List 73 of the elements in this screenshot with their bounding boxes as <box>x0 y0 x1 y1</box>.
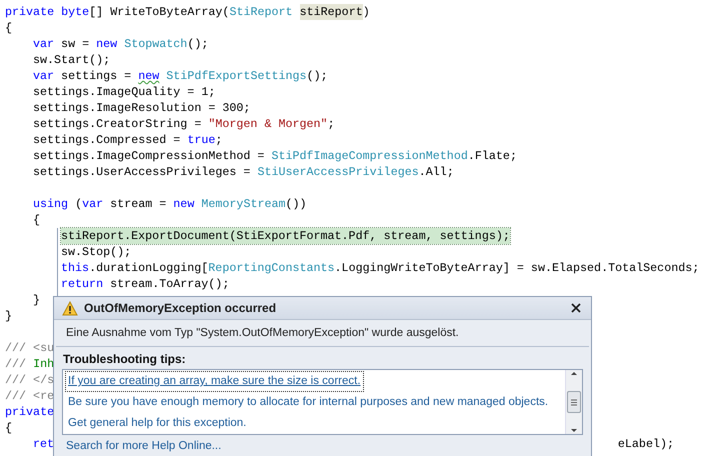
code-token: stream.ToArray(); <box>109 276 230 292</box>
code-token: settings.CreatorString = <box>33 116 202 132</box>
grip-icon <box>571 398 577 406</box>
code-token: ( <box>74 196 82 212</box>
scroll-up-icon[interactable] <box>570 370 578 378</box>
code-token: private <box>5 404 54 420</box>
code-token: var <box>33 36 54 52</box>
code-token: return <box>61 276 104 292</box>
code-token: } <box>5 308 12 324</box>
code-token: this <box>61 260 90 276</box>
code-token: stream = <box>109 196 168 212</box>
code-token: stiReport <box>300 4 363 20</box>
code-comment: /// <su <box>5 340 54 356</box>
code-token: var <box>82 196 104 212</box>
code-comment: /// <box>5 356 28 372</box>
code-token: sw = <box>60 36 90 52</box>
warning-icon <box>62 300 78 316</box>
tip-link[interactable]: Get general help for this exception. <box>65 413 250 434</box>
popup-title: OutOfMemoryException occurred <box>84 301 278 316</box>
code-token: settings.ImageQuality = 1; <box>33 84 216 100</box>
code-comment: Inh <box>33 356 54 372</box>
code-token: using <box>33 196 68 212</box>
code-token: .LoggingWriteToByteArray] = sw.Elapsed.TotalSeconds; <box>334 260 700 276</box>
code-token: true <box>187 132 216 148</box>
code-token: eLabel); <box>618 436 674 452</box>
code-token: ReportingConstants <box>208 260 335 276</box>
code-token: ; <box>328 116 335 132</box>
code-token: byte <box>61 4 90 20</box>
code-token: stiReport.ExportDocument(StiExportFormat.Pdf, stream, settings); <box>61 228 510 244</box>
scroll-down-icon[interactable] <box>570 426 578 434</box>
code-token: { <box>33 212 40 228</box>
code-comment: /// </s <box>5 372 54 388</box>
code-token: StiPdfExportSettings <box>165 68 307 84</box>
scroll-thumb[interactable] <box>567 391 581 413</box>
code-token: sw.Start(); <box>33 52 110 68</box>
tips-heading: Troubleshooting tips: <box>62 351 187 368</box>
code-token: StiReport <box>229 4 294 20</box>
code-token: (); <box>306 68 328 84</box>
code-token: StiUserAccessPrivileges <box>257 164 419 180</box>
code-token: .durationLogging[ <box>89 260 208 276</box>
code-token: private <box>5 4 56 20</box>
code-token: ()) <box>286 196 307 212</box>
code-token: settings.UserAccessPrivileges = <box>33 164 252 180</box>
code-token: { <box>5 20 12 36</box>
close-button[interactable] <box>569 301 583 316</box>
code-token: new <box>173 196 196 212</box>
code-token: new <box>138 68 160 84</box>
code-token: } <box>33 292 40 308</box>
code-token: .Flate; <box>468 148 517 164</box>
code-token: settings = <box>60 68 132 84</box>
code-token: .All; <box>418 164 454 180</box>
tip-link[interactable]: Be sure you have enough memory to allocate for internal purposes and new managed objects. <box>65 392 552 413</box>
code-token: var <box>33 68 54 84</box>
code-token: { <box>5 420 12 436</box>
code-comment: /// <re <box>5 388 54 404</box>
code-token: settings.ImageCompressionMethod = <box>33 148 266 164</box>
code-token: sw.Stop(); <box>61 244 132 260</box>
scrollbar[interactable] <box>565 370 582 434</box>
help-link[interactable]: Search for more Help Online... <box>54 435 591 456</box>
code-token: new <box>96 36 118 52</box>
code-token: "Morgen & Morgen" <box>208 116 328 132</box>
code-token: StiPdfImageCompressionMethod <box>271 148 468 164</box>
exception-message: Eine Ausnahme vom Typ "System.OutOfMemoryException" wurde ausgelöst. <box>65 326 460 342</box>
code-token: MemoryStream <box>201 196 286 212</box>
tip-link[interactable]: If you are creating an array, make sure the size is correct. <box>65 371 364 392</box>
code-token: settings.ImageResolution = 300; <box>33 100 250 116</box>
code-token: ) <box>362 4 370 20</box>
code-token: ret <box>33 436 54 452</box>
code-token: settings.Compressed = <box>33 132 182 148</box>
code-token: Stopwatch <box>124 36 188 52</box>
code-token: (); <box>187 36 208 52</box>
code-token: ; <box>215 132 222 148</box>
code-token: [] WriteToByteArray( <box>89 4 230 20</box>
